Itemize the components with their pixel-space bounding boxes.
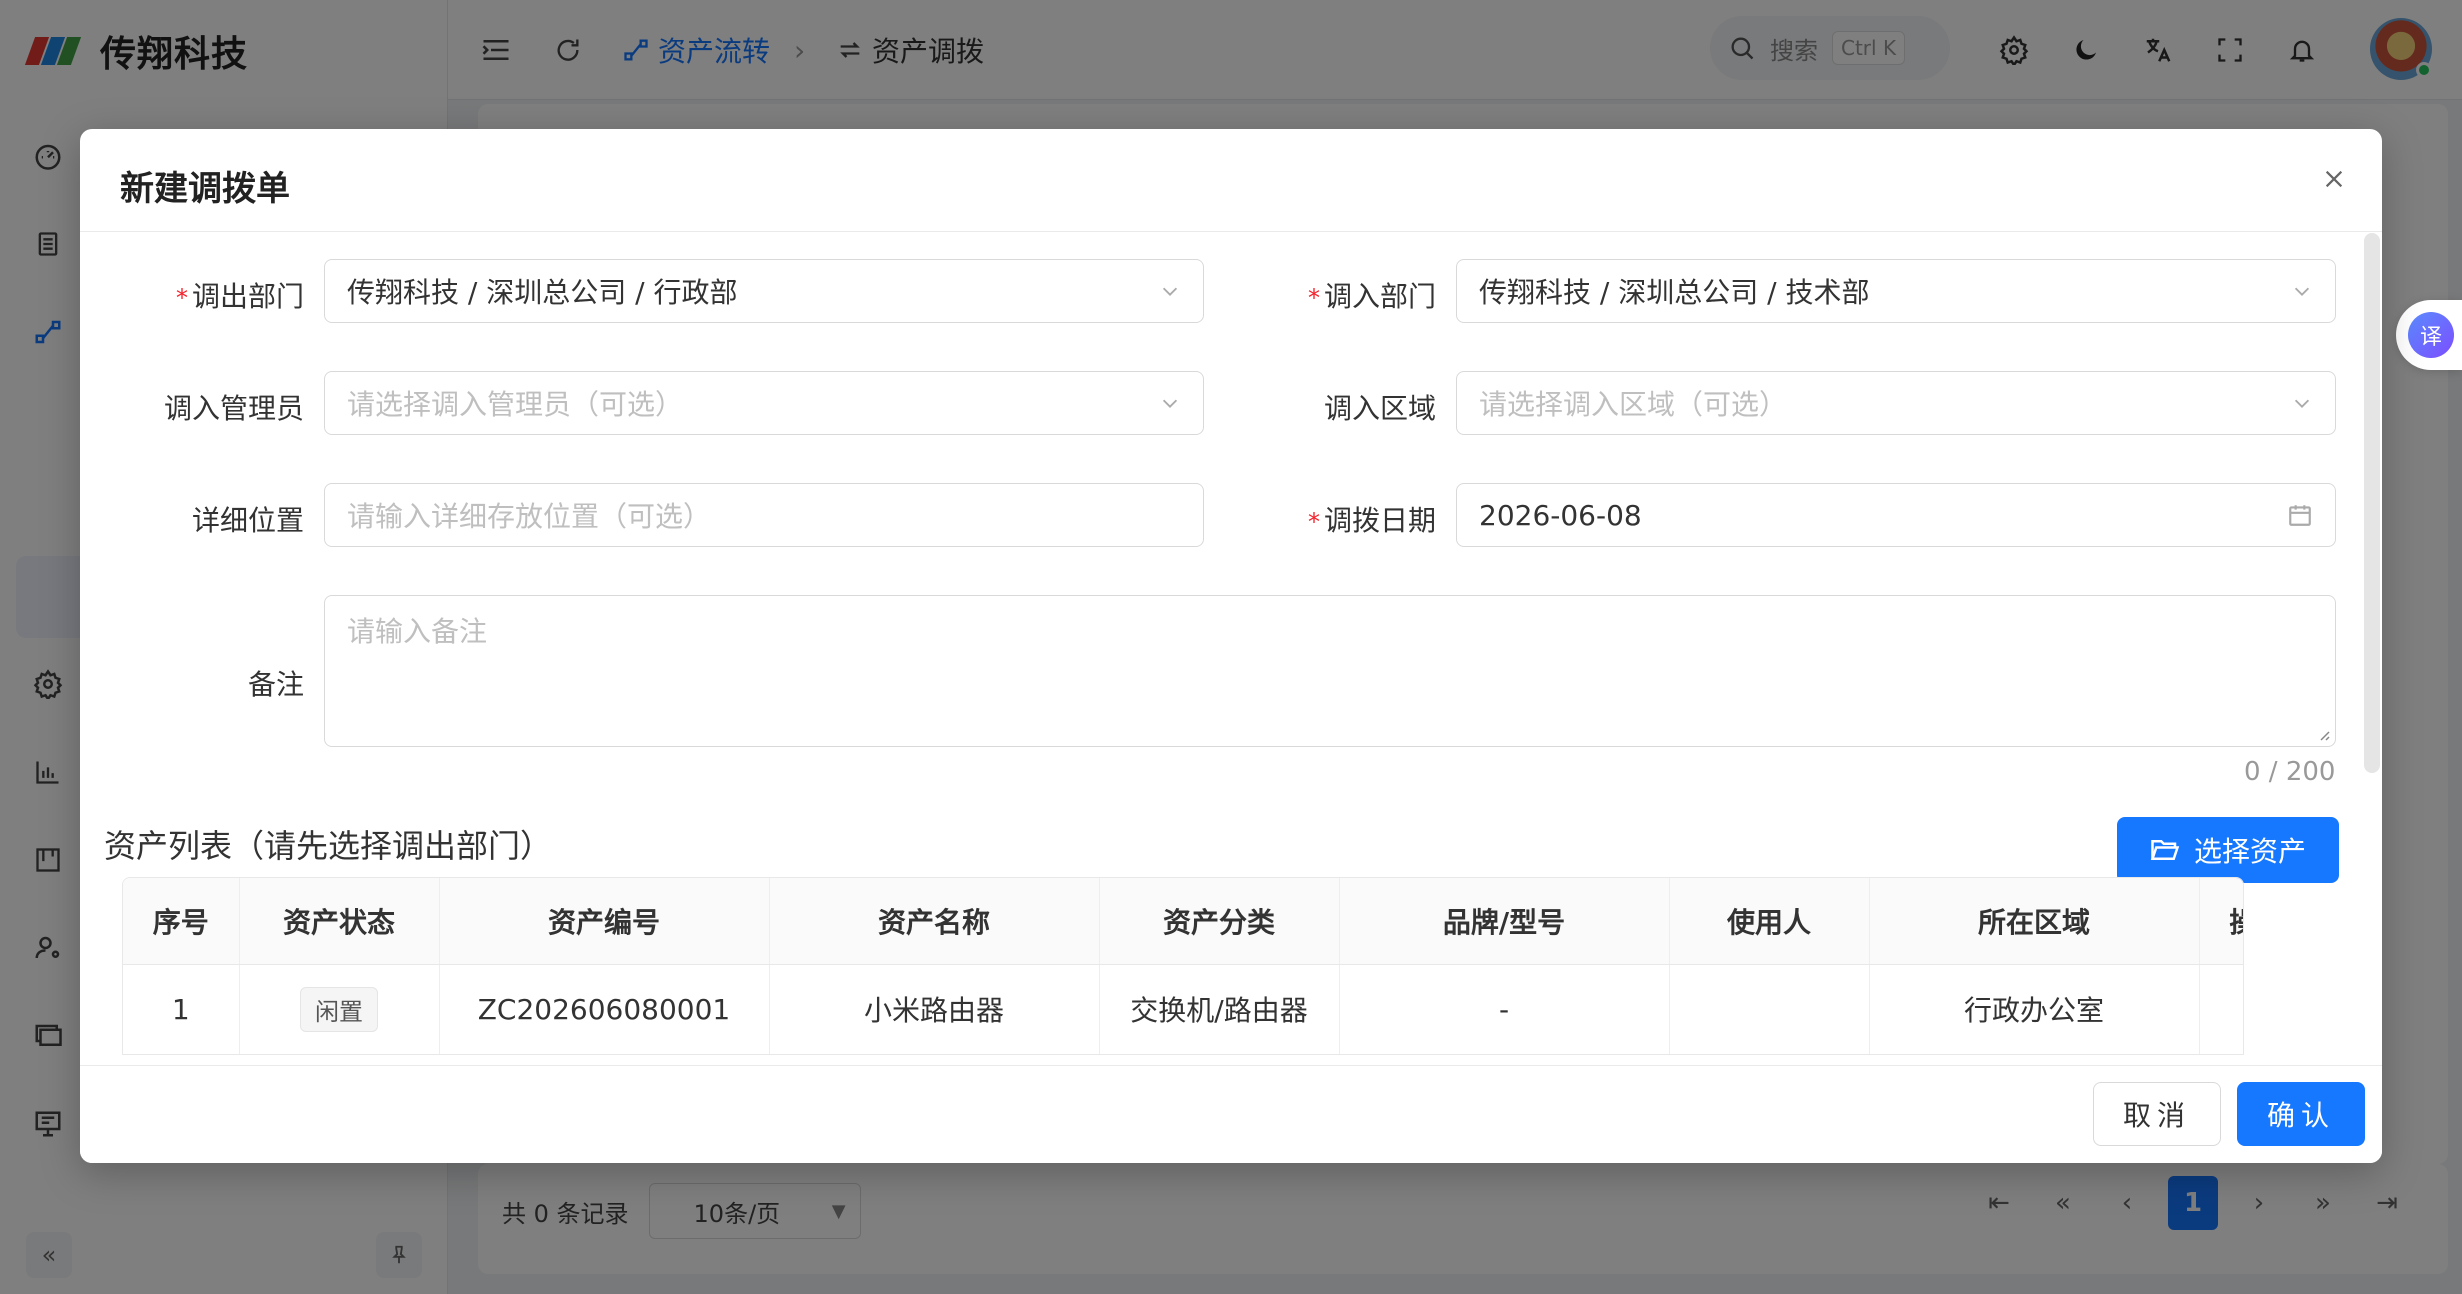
remark-textarea[interactable]: 请输入备注	[324, 595, 2336, 747]
out-dept-select[interactable]: 传翔科技 / 深圳总公司 / 行政部	[324, 259, 1204, 323]
column-header: 品牌/型号	[1339, 878, 1670, 965]
remark-counter: 0 / 200	[2244, 757, 2336, 787]
in-dept-value: 传翔科技 / 深圳总公司 / 技术部	[1479, 276, 1870, 309]
column-header: 使用人	[1669, 878, 1870, 965]
status-badge: 闲置	[300, 986, 378, 1032]
modal-scrollbar[interactable]	[2364, 233, 2380, 773]
asset-table: 序号 资产状态 资产编号 资产名称 资产分类 品牌/型号 使用人 所在区域 操作…	[122, 877, 2244, 1055]
in-manager-placeholder: 请选择调入管理员（可选）	[347, 388, 684, 421]
column-header: 资产名称	[769, 878, 1100, 965]
transfer-date-value: 2026-06-08	[1479, 498, 1642, 532]
cancel-button[interactable]: 取消	[2093, 1082, 2221, 1146]
column-header: 资产分类	[1099, 878, 1340, 965]
translate-icon: 译	[2408, 312, 2454, 358]
remark-placeholder: 请输入备注	[347, 615, 488, 648]
modal-footer: 取消 确认	[80, 1065, 2382, 1163]
close-button[interactable]	[2314, 159, 2354, 199]
column-header: 操作	[2199, 878, 2243, 965]
row-area: 行政办公室	[1869, 964, 2200, 1054]
chevron-down-icon	[1162, 287, 1178, 296]
calendar-icon	[2289, 505, 2311, 526]
modal-title: 新建调拨单	[120, 169, 290, 209]
required-mark: *	[1307, 508, 1320, 536]
column-header: 序号	[123, 878, 240, 965]
column-header: 资产状态	[239, 878, 440, 965]
in-dept-select[interactable]: 传翔科技 / 深圳总公司 / 技术部	[1456, 259, 2336, 323]
out-dept-value: 传翔科技 / 深圳总公司 / 行政部	[347, 276, 738, 309]
required-mark: *	[175, 284, 188, 312]
create-transfer-modal: 新建调拨单 * 调出部门 传翔科技 / 深圳总公司 / 行政部 * 调入部门 传翔科…	[80, 129, 2382, 1163]
row-index: 1	[123, 964, 240, 1054]
translate-float-button[interactable]: 译	[2396, 300, 2462, 370]
folder-open-icon	[2150, 840, 2180, 860]
location-label: 详细位置	[191, 504, 304, 537]
remark-label: 备注	[247, 668, 304, 701]
resize-handle-icon[interactable]	[2315, 726, 2331, 742]
row-code: ZC202606080001	[439, 964, 770, 1054]
in-area-placeholder: 请选择调入区域（可选）	[1479, 388, 1788, 421]
column-header: 所在区域	[1869, 878, 2200, 965]
in-dept-label: * 调入部门	[1307, 280, 1436, 313]
modal-body: * 调出部门 传翔科技 / 深圳总公司 / 行政部 * 调入部门 传翔科技 / 深圳…	[80, 233, 2382, 1065]
column-header: 资产编号	[439, 878, 770, 965]
location-input[interactable]: 请输入详细存放位置（可选）	[324, 483, 1204, 547]
confirm-button[interactable]: 确认	[2237, 1082, 2365, 1146]
table-row: 1 闲置 ZC202606080001 小米路由器 交换机/路由器 - 行政办公…	[123, 964, 2243, 1054]
chevron-down-icon	[1162, 399, 1178, 408]
in-area-select[interactable]: 请选择调入区域（可选）	[1456, 371, 2336, 435]
out-dept-label: * 调出部门	[175, 280, 304, 313]
chevron-down-icon	[2294, 399, 2310, 408]
close-icon	[2325, 170, 2343, 188]
transfer-date-label: * 调拨日期	[1307, 504, 1436, 537]
in-area-label: 调入区域	[1323, 392, 1436, 425]
row-actions	[2199, 964, 2243, 1054]
select-assets-button[interactable]: 选择资产	[2117, 817, 2339, 883]
table-header-row: 序号 资产状态 资产编号 资产名称 资产分类 品牌/型号 使用人 所在区域 操作	[123, 878, 2243, 965]
row-user	[1669, 964, 1870, 1054]
chevron-down-icon	[2294, 287, 2310, 296]
transfer-date-picker[interactable]: 2026-06-08	[1456, 483, 2336, 547]
select-assets-label: 选择资产	[2193, 835, 2306, 868]
location-placeholder: 请输入详细存放位置（可选）	[347, 500, 712, 533]
asset-list-title: 资产列表（请先选择调出部门）	[104, 827, 553, 865]
row-status-cell: 闲置	[239, 964, 440, 1054]
required-mark: *	[1307, 284, 1320, 312]
in-manager-label: 调入管理员	[163, 392, 304, 425]
row-name: 小米路由器	[769, 964, 1100, 1054]
in-manager-select[interactable]: 请选择调入管理员（可选）	[324, 371, 1204, 435]
modal-header: 新建调拨单	[80, 129, 2382, 232]
row-category: 交换机/路由器	[1099, 964, 1340, 1054]
row-brand: -	[1339, 964, 1670, 1054]
